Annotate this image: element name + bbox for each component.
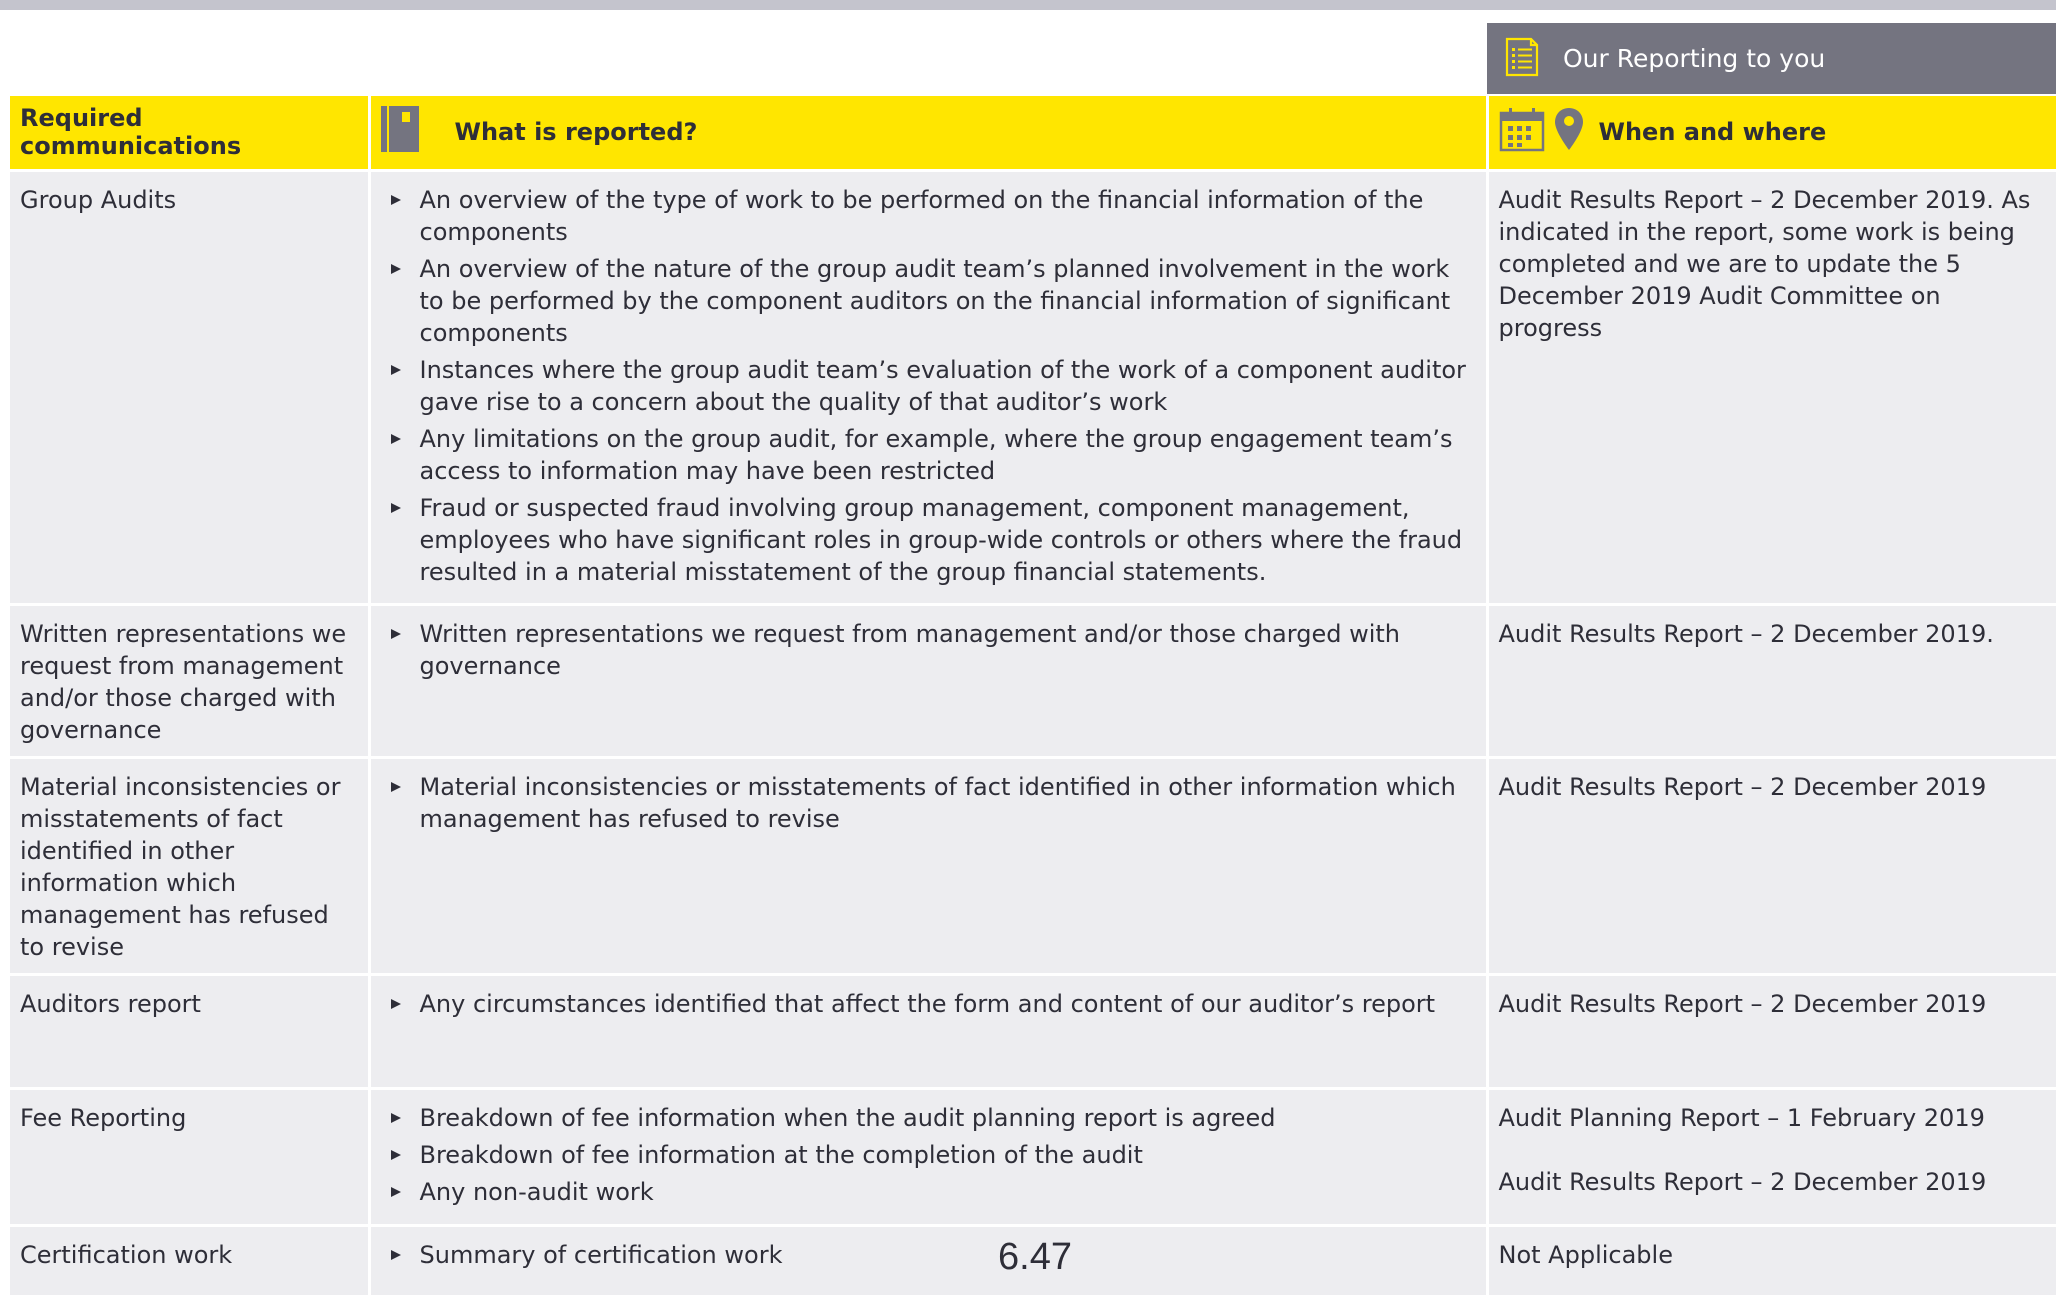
row-label: Written representations we request from … bbox=[10, 602, 371, 757]
page-number: 6.47 bbox=[998, 1236, 1072, 1278]
row-when: Not Applicable bbox=[1487, 1223, 2056, 1295]
report-list-icon bbox=[1501, 36, 1541, 82]
location-pin-icon bbox=[1553, 106, 1585, 158]
top-divider bbox=[0, 0, 2056, 10]
header-what-is-reported: What is reported? bbox=[369, 96, 1489, 170]
table-row: Material inconsistencies or misstatement… bbox=[10, 755, 2056, 974]
list-item: An overview of the nature of the group a… bbox=[381, 253, 1476, 349]
row-label: Certification work bbox=[10, 1223, 371, 1295]
row-items: Material inconsistencies or misstatement… bbox=[369, 755, 1489, 974]
list-item: Material inconsistencies or misstatement… bbox=[381, 771, 1476, 835]
list-item: Breakdown of fee information when the au… bbox=[381, 1102, 1476, 1134]
row-label: Group Audits bbox=[10, 168, 371, 604]
header-row: Required communications What is reported… bbox=[10, 96, 2056, 170]
list-item: Written representations we request from … bbox=[381, 618, 1476, 682]
row-items: Summary of certification work bbox=[369, 1223, 1489, 1295]
list-item: Summary of certification work bbox=[381, 1239, 1476, 1271]
header-required-communications: Required communications bbox=[10, 96, 371, 170]
row-label: Fee Reporting bbox=[10, 1086, 371, 1225]
row-items: Breakdown of fee information when the au… bbox=[369, 1086, 1489, 1225]
row-when: Audit Results Report – 2 December 2019 bbox=[1487, 972, 2056, 1088]
table-row: Auditors report Any circumstances identi… bbox=[10, 972, 2056, 1088]
list-item: Instances where the group audit team’s e… bbox=[381, 354, 1476, 418]
row-items: Any circumstances identified that affect… bbox=[369, 972, 1489, 1088]
calendar-icon bbox=[1499, 106, 1545, 158]
list-item: Breakdown of fee information at the comp… bbox=[381, 1139, 1476, 1171]
notebook-icon bbox=[380, 104, 421, 160]
list-item: Any non-audit work bbox=[381, 1176, 1476, 1208]
table-row: Fee Reporting Breakdown of fee informati… bbox=[10, 1086, 2056, 1225]
row-when: Audit Results Report – 2 December 2019. bbox=[1487, 602, 2056, 757]
row-label: Material inconsistencies or misstatement… bbox=[10, 755, 371, 974]
row-when: Audit Results Report – 2 December 2019 bbox=[1487, 755, 2056, 974]
row-items: An overview of the type of work to be pe… bbox=[369, 168, 1489, 604]
list-item: Any circumstances identified that affect… bbox=[381, 988, 1476, 1020]
header-when-and-where: When and where bbox=[1487, 96, 2056, 170]
ribbon-title: Our Reporting to you bbox=[1563, 44, 1826, 73]
table-row: Group Audits An overview of the type of … bbox=[10, 168, 2056, 604]
communications-table: Required communications What is reported… bbox=[10, 96, 2056, 1295]
reporting-ribbon: Our Reporting to you bbox=[1487, 23, 2056, 94]
row-when: Audit Results Report – 2 December 2019. … bbox=[1487, 168, 2056, 604]
row-items: Written representations we request from … bbox=[369, 602, 1489, 757]
list-item: Fraud or suspected fraud involving group… bbox=[381, 492, 1476, 588]
table-row: Written representations we request from … bbox=[10, 602, 2056, 757]
row-label: Auditors report bbox=[10, 972, 371, 1088]
list-item: An overview of the type of work to be pe… bbox=[381, 184, 1476, 248]
list-item: Any limitations on the group audit, for … bbox=[381, 423, 1476, 487]
row-when: Audit Planning Report – 1 February 2019 … bbox=[1487, 1086, 2056, 1225]
